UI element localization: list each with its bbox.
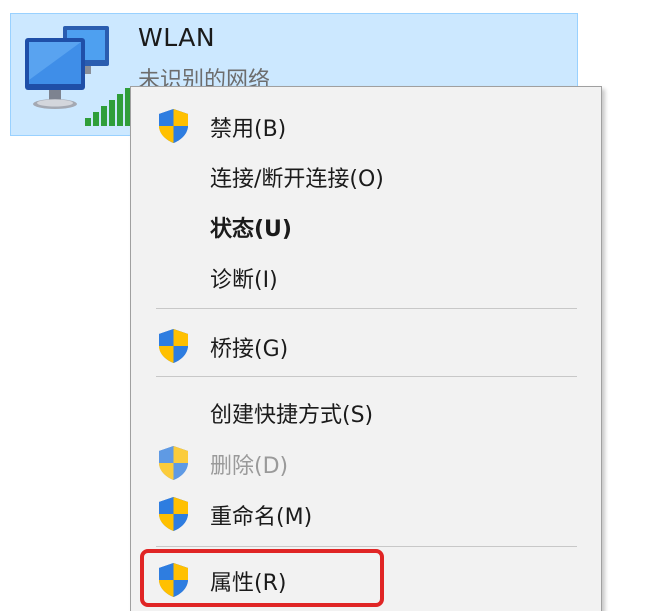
- uac-shield-icon: [159, 446, 188, 480]
- network-adapter-icon: [25, 26, 131, 126]
- menu-item-label: 创建快捷方式(S): [210, 403, 374, 428]
- menu-item-bridge[interactable]: 桥接(G): [133, 323, 599, 367]
- uac-shield-icon: [159, 497, 188, 531]
- menu-item-label: 连接/断开连接(O): [210, 167, 384, 192]
- context-menu: 禁用(B) 连接/断开连接(O) 状态(U) 诊断(I) 桥接(G) 创建快捷方…: [130, 86, 602, 611]
- menu-item-rename[interactable]: 重命名(M): [133, 491, 599, 535]
- network-connections-view: WLAN 未识别的网络 禁用(B) 连接/断开连接(O) 状态(U) 诊断(I): [0, 0, 650, 611]
- menu-item-delete: 删除(D): [133, 440, 599, 484]
- menu-separator: [156, 308, 577, 309]
- menu-item-status[interactable]: 状态(U): [133, 203, 599, 247]
- menu-item-label: 桥接(G): [210, 337, 289, 362]
- menu-item-label: 重命名(M): [210, 505, 313, 530]
- properties-highlight-box: [140, 549, 384, 607]
- menu-item-create-shortcut[interactable]: 创建快捷方式(S): [133, 389, 599, 433]
- menu-item-label: 状态(U): [210, 217, 292, 242]
- menu-item-connect-disconnect[interactable]: 连接/断开连接(O): [133, 153, 599, 197]
- menu-item-diagnose[interactable]: 诊断(I): [133, 254, 599, 298]
- menu-separator: [156, 546, 577, 547]
- menu-item-label: 禁用(B): [210, 117, 287, 142]
- adapter-name: WLAN: [138, 23, 216, 52]
- menu-item-label: 删除(D): [210, 454, 289, 479]
- uac-shield-icon: [159, 109, 188, 143]
- uac-shield-icon: [159, 329, 188, 363]
- menu-item-label: 诊断(I): [210, 268, 278, 293]
- menu-item-disable[interactable]: 禁用(B): [133, 103, 599, 147]
- menu-separator: [156, 376, 577, 377]
